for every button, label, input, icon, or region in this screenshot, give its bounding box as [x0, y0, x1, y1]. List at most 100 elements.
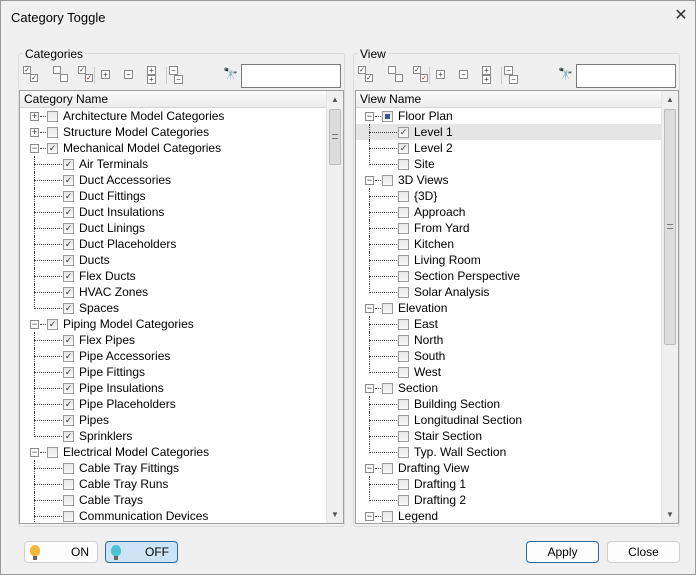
tree-child-item[interactable]: Cable Tray Fittings — [20, 460, 343, 476]
tree-group-item[interactable]: − ✓ Piping Model Categories — [20, 316, 343, 332]
collapse-minus-icon[interactable]: − — [365, 112, 374, 121]
tree-group-item[interactable]: − ✓ Mechanical Model Categories — [20, 140, 343, 156]
expand-plus-icon[interactable]: + — [30, 128, 39, 137]
tree-child-item[interactable]: ✓ Duct Linings — [20, 220, 343, 236]
tree-child-item[interactable]: ✓ Ducts — [20, 252, 343, 268]
checkbox[interactable]: ✓ — [63, 399, 74, 410]
uncheck-all-icon[interactable] — [53, 66, 69, 84]
tree-child-item[interactable]: {3D} — [356, 188, 678, 204]
checkbox[interactable] — [398, 399, 409, 410]
tree-child-item[interactable]: ✓ Level 1 — [356, 124, 678, 140]
close-button[interactable]: Close — [607, 541, 680, 563]
scroll-up-arrow-icon[interactable]: ▲ — [662, 91, 678, 108]
expand-level-icon[interactable]: + + — [147, 66, 163, 84]
collapse-minus-icon[interactable]: − — [30, 144, 39, 153]
checkbox[interactable] — [398, 255, 409, 266]
checkbox[interactable] — [382, 463, 393, 474]
checkbox[interactable] — [63, 511, 74, 522]
tree-group-item[interactable]: − Floor Plan — [356, 108, 678, 124]
checkbox[interactable]: ✓ — [47, 143, 58, 154]
view-search-input[interactable] — [576, 64, 676, 88]
tree-child-item[interactable]: Section Perspective — [356, 268, 678, 284]
binoculars-search-icon[interactable]: 🔭 — [558, 67, 573, 81]
checkbox[interactable]: ✓ — [63, 431, 74, 442]
binoculars-search-icon[interactable]: 🔭 — [223, 67, 238, 81]
checkbox[interactable]: ✓ — [63, 303, 74, 314]
checkbox[interactable]: ✓ — [63, 207, 74, 218]
checkbox[interactable]: ✓ — [63, 383, 74, 394]
checkbox[interactable] — [63, 479, 74, 490]
tree-child-item[interactable]: ✓ Flex Ducts — [20, 268, 343, 284]
checkbox[interactable] — [398, 479, 409, 490]
uncheck-all-icon[interactable] — [388, 66, 404, 84]
checkbox[interactable]: ✓ — [398, 143, 409, 154]
checkbox[interactable] — [382, 383, 393, 394]
tree-child-item[interactable]: Approach — [356, 204, 678, 220]
expand-all-icon[interactable]: + — [436, 66, 452, 84]
tree-child-item[interactable]: ✓ HVAC Zones — [20, 284, 343, 300]
collapse-minus-icon[interactable]: − — [30, 448, 39, 457]
tree-group-item[interactable]: − Electrical Model Categories — [20, 444, 343, 460]
tree-child-item[interactable]: ✓ Flex Pipes — [20, 332, 343, 348]
checkbox[interactable] — [398, 287, 409, 298]
tree-child-item[interactable]: ✓ Duct Insulations — [20, 204, 343, 220]
checkbox[interactable] — [47, 127, 58, 138]
tree-child-item[interactable]: Cable Trays — [20, 492, 343, 508]
check-all-icon[interactable]: ✓ ✓ — [358, 66, 374, 84]
collapse-level-icon[interactable]: − − — [169, 66, 185, 84]
checkbox[interactable]: ✓ — [398, 127, 409, 138]
categories-search-input[interactable] — [241, 64, 341, 88]
close-window-button[interactable]: ✕ — [669, 5, 693, 27]
checkbox[interactable]: ✓ — [63, 223, 74, 234]
tree-child-item[interactable]: ✓ Pipe Fittings — [20, 364, 343, 380]
invert-check-icon[interactable]: ✓ ✓ — [78, 66, 94, 84]
view-tree[interactable]: View Name − Floor Plan ✓ Level 1 ✓ Level 2 Sit… — [355, 90, 679, 524]
checkbox[interactable]: ✓ — [63, 367, 74, 378]
checkbox[interactable] — [398, 207, 409, 218]
tree-child-item[interactable]: ✓ Level 2 — [356, 140, 678, 156]
collapse-minus-icon[interactable]: − — [365, 176, 374, 185]
checkbox[interactable] — [382, 111, 393, 122]
tree-group-item[interactable]: + Structure Model Categories — [20, 124, 343, 140]
categories-tree[interactable]: Category Name + Architecture Model Catego… — [19, 90, 344, 524]
checkbox[interactable] — [398, 447, 409, 458]
checkbox[interactable] — [398, 191, 409, 202]
tree-group-item[interactable]: − Legend — [356, 508, 678, 523]
tree-child-item[interactable]: ✓ Duct Placeholders — [20, 236, 343, 252]
checkbox[interactable]: ✓ — [63, 415, 74, 426]
off-button[interactable]: OFF — [105, 541, 178, 563]
view-scrollbar[interactable]: ▲ ▼ — [661, 91, 678, 523]
tree-group-item[interactable]: − Section — [356, 380, 678, 396]
tree-child-item[interactable]: ✓ Pipes — [20, 412, 343, 428]
category-name-column-header[interactable]: Category Name — [20, 91, 343, 108]
checkbox[interactable] — [398, 319, 409, 330]
tree-child-item[interactable]: Drafting 2 — [356, 492, 678, 508]
tree-child-item[interactable]: South — [356, 348, 678, 364]
tree-child-item[interactable]: Stair Section — [356, 428, 678, 444]
collapse-all-icon[interactable]: − — [124, 66, 140, 84]
tree-child-item[interactable]: Solar Analysis — [356, 284, 678, 300]
tree-child-item[interactable]: Building Section — [356, 396, 678, 412]
checkbox[interactable] — [63, 495, 74, 506]
collapse-level-icon[interactable]: − − — [504, 66, 520, 84]
checkbox[interactable] — [398, 271, 409, 282]
checkbox[interactable]: ✓ — [63, 159, 74, 170]
checkbox[interactable] — [398, 223, 409, 234]
checkbox[interactable]: ✓ — [63, 335, 74, 346]
view-name-column-header[interactable]: View Name — [356, 91, 678, 108]
expand-plus-icon[interactable]: + — [30, 112, 39, 121]
tree-group-item[interactable]: − 3D Views — [356, 172, 678, 188]
tree-child-item[interactable]: West — [356, 364, 678, 380]
checkbox[interactable] — [382, 511, 393, 522]
tree-child-item[interactable]: ✓ Pipe Accessories — [20, 348, 343, 364]
checkbox[interactable] — [398, 367, 409, 378]
collapse-minus-icon[interactable]: − — [365, 384, 374, 393]
scroll-down-arrow-icon[interactable]: ▼ — [662, 506, 678, 523]
checkbox[interactable]: ✓ — [63, 191, 74, 202]
tree-child-item[interactable]: ✓ Air Terminals — [20, 156, 343, 172]
tree-group-item[interactable]: − Elevation — [356, 300, 678, 316]
tree-child-item[interactable]: ✓ Duct Fittings — [20, 188, 343, 204]
tree-child-item[interactable]: ✓ Pipe Placeholders — [20, 396, 343, 412]
checkbox[interactable]: ✓ — [47, 319, 58, 330]
checkbox[interactable] — [398, 351, 409, 362]
